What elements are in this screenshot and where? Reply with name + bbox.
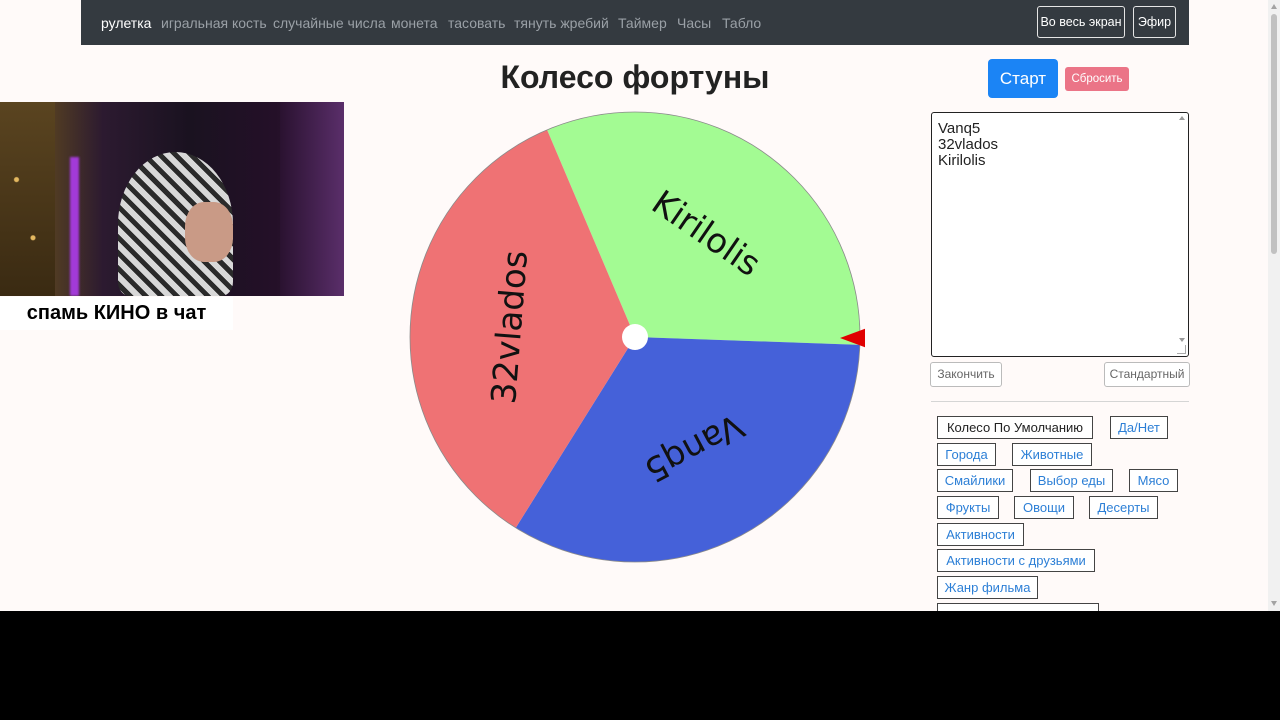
preset-cities[interactable]: Города [937, 443, 996, 466]
top-navbar: рулетка игральная кость случайные числа … [81, 0, 1189, 45]
entries-text: Vanq5 32vlados Kirilolis [938, 120, 999, 169]
preset-fruits[interactable]: Фрукты [937, 496, 999, 519]
nav-roulette[interactable]: рулетка [101, 14, 151, 32]
page-title: Колесо фортуны [500, 59, 770, 95]
nav-random-numbers[interactable]: случайные числа [273, 14, 386, 32]
divider [931, 401, 1189, 402]
textarea-scroll-down-icon[interactable] [1179, 338, 1185, 342]
nav-timer[interactable]: Таймер [618, 14, 667, 32]
scroll-down-icon[interactable] [1271, 601, 1277, 606]
fortune-wheel[interactable]: KirilolisVanq532vlados [405, 107, 865, 567]
nav-dice[interactable]: игральная кость [161, 14, 267, 32]
nav-clock[interactable]: Часы [677, 14, 711, 32]
finish-button[interactable]: Закончить [930, 362, 1002, 387]
nav-coin[interactable]: монета [391, 14, 438, 32]
webcam-face [185, 202, 233, 262]
preset-food-choice[interactable]: Выбор еды [1030, 469, 1113, 492]
page-scrollbar[interactable] [1268, 0, 1280, 611]
preset-vegetables[interactable]: Овощи [1014, 496, 1074, 519]
broadcast-button[interactable]: Эфир [1133, 6, 1176, 38]
reset-button[interactable]: Сбросить [1065, 67, 1129, 91]
preset-desserts[interactable]: Десерты [1089, 496, 1158, 519]
entries-textarea[interactable]: Vanq5 32vlados Kirilolis [931, 112, 1189, 357]
standard-button[interactable]: Стандартный [1104, 362, 1190, 387]
preset-activities[interactable]: Активности [937, 523, 1024, 546]
resize-grip-icon[interactable] [1177, 345, 1186, 354]
scroll-up-icon[interactable] [1271, 4, 1277, 9]
nav-scoreboard[interactable]: Табло [722, 14, 761, 32]
nav-shuffle[interactable]: тасовать [448, 14, 505, 32]
wheel-hub [622, 324, 648, 350]
webcam-purple-light [70, 157, 79, 296]
preset-yes-no[interactable]: Да/Нет [1110, 416, 1168, 439]
stream-caption: спамь КИНО в чат [0, 297, 233, 330]
webcam-lights [0, 102, 55, 296]
nav-draw-lots[interactable]: тянуть жребий [514, 14, 609, 32]
preset-activities-friends[interactable]: Активности с друзьями [937, 549, 1095, 572]
textarea-scroll-up-icon[interactable] [1179, 116, 1185, 120]
scroll-thumb[interactable] [1271, 14, 1277, 254]
start-button[interactable]: Старт [988, 59, 1058, 98]
webcam-background [280, 102, 344, 296]
streamer-webcam [0, 102, 344, 296]
preset-animals[interactable]: Животные [1012, 443, 1092, 466]
preset-emoji[interactable]: Смайлики [937, 469, 1013, 492]
preset-partially-hidden[interactable] [937, 603, 1099, 611]
preset-meat[interactable]: Мясо [1129, 469, 1178, 492]
preset-movie-genre[interactable]: Жанр фильма [937, 576, 1038, 599]
preset-default-wheel[interactable]: Колесо По Умолчанию [937, 416, 1093, 439]
fullscreen-button[interactable]: Во весь экран [1037, 6, 1125, 38]
